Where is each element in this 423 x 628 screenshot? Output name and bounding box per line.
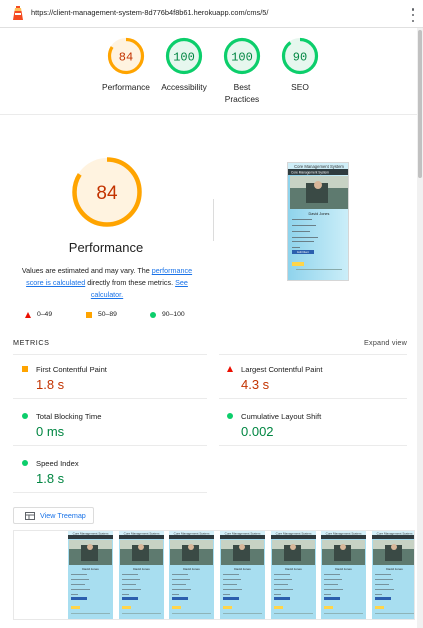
filmstrip-frame-image: Core Management System David Jones (372, 531, 414, 619)
gauge-seo-label: SEO (291, 82, 309, 92)
view-treemap-button[interactable]: View Treemap (13, 507, 94, 524)
pass-circle-icon (150, 311, 156, 318)
lighthouse-icon (13, 6, 23, 20)
svg-text:David Jones: David Jones (285, 567, 302, 571)
pass-circle-icon (22, 460, 28, 466)
gauge-best-practices-ring: 100 (223, 37, 261, 75)
metric-si-value: 1.8 s (36, 471, 65, 486)
metric-fcp-label: First Contentful Paint (36, 365, 107, 374)
svg-text:David Jones: David Jones (183, 567, 200, 571)
svg-text:Core Management System: Core Management System (225, 531, 261, 535)
performance-big-gauge: 84 (72, 157, 142, 227)
final-screenshot-image: Core Management System Core Management S… (288, 163, 348, 280)
svg-text:Core Management System: Core Management System (124, 531, 160, 535)
gauge-performance-ring: 84 (107, 37, 145, 75)
average-square-icon (86, 311, 92, 318)
fail-triangle-icon (227, 366, 233, 372)
svg-text:David Jones: David Jones (234, 567, 251, 571)
filmstrip-frame: Core Management System David Jones (220, 531, 265, 619)
metrics-title: METRICS (13, 338, 50, 347)
divider (219, 354, 407, 355)
gauge-performance-score: 84 (119, 51, 133, 65)
metric-tbt-label: Total Blocking Time (36, 412, 102, 421)
scrollbar[interactable] (417, 28, 423, 628)
legend-pass: 90–100 (150, 311, 185, 318)
svg-text:Core Management System: Core Management System (174, 531, 210, 535)
svg-text:David Jones: David Jones (133, 567, 150, 571)
shot-nav-title: Core Management System (291, 170, 329, 174)
filmstrip-frame-image: Core Management System David Jones (68, 531, 113, 619)
divider (13, 492, 207, 493)
average-square-icon (22, 366, 28, 372)
svg-text:Core Management System: Core Management System (73, 531, 109, 535)
filmstrip-frame-image: Core Management System David Jones (220, 531, 265, 619)
filmstrip-frame: Core Management System David Jones (169, 531, 214, 619)
metric-cls-label: Cumulative Layout Shift (241, 412, 322, 421)
performance-title: Performance (68, 240, 144, 255)
section-divider (213, 199, 214, 241)
gauge-seo[interactable]: 90 SEO (265, 36, 335, 94)
filmstrip-frame-image: Core Management System David Jones (169, 531, 214, 619)
svg-text:Core Management System: Core Management System (276, 531, 312, 535)
shot-app-title: Core Management System (294, 164, 344, 169)
gauge-seo-score: 90 (293, 51, 307, 65)
svg-text:Core Management System: Core Management System (377, 531, 413, 535)
divider (13, 398, 207, 399)
filmstrip-frame: Core Management System David Jones (68, 531, 113, 619)
gauge-seo-ring: 90 (281, 37, 319, 75)
filmstrip-frame: Core Management System David Jones (321, 531, 366, 619)
svg-text:Core Management System: Core Management System (326, 531, 362, 535)
metric-lcp-label: Largest Contentful Paint (241, 365, 323, 374)
filmstrip-frame (18, 531, 63, 619)
svg-text:David Jones: David Jones (335, 567, 352, 571)
gauge-best-practices-score: 100 (231, 51, 253, 65)
pass-circle-icon (227, 413, 233, 419)
more-options-icon[interactable] (410, 8, 416, 22)
svg-text:David Jones: David Jones (82, 567, 99, 571)
score-gauges: 84 Performance 100 Accessibility 100 Bes… (0, 28, 417, 115)
legend-fail-label: 0–49 (37, 311, 53, 318)
svg-text:David Jones: David Jones (386, 567, 403, 571)
metrics-header: METRICS Expand view (13, 338, 407, 350)
divider (13, 445, 207, 446)
performance-description: Values are estimated and may vary. The p… (20, 265, 194, 301)
divider (13, 354, 207, 355)
filmstrip: Core Management System David Jones Core Ma… (13, 530, 415, 620)
divider (219, 398, 407, 399)
legend-average-label: 50–89 (98, 311, 117, 318)
metric-fcp-value: 1.8 s (36, 377, 65, 392)
performance-big-score: 84 (96, 183, 118, 204)
final-screenshot[interactable]: Core Management System Core Management S… (287, 162, 349, 281)
metric-tbt-value: 0 ms (36, 424, 65, 439)
page-url: https://client-management-system-8d776b4… (31, 8, 269, 17)
gauge-accessibility-score: 100 (173, 51, 195, 65)
filmstrip-frame-image: Core Management System David Jones (271, 531, 316, 619)
view-treemap-label: View Treemap (40, 511, 86, 520)
lighthouse-header: https://client-management-system-8d776b4… (0, 0, 423, 28)
fail-triangle-icon (25, 311, 31, 318)
expand-view-toggle[interactable]: Expand view (364, 338, 407, 347)
metric-cls-value: 0.002 (241, 424, 274, 439)
shot-button-label: Edit Client (297, 251, 309, 254)
scrollbar-thumb[interactable] (418, 30, 422, 178)
treemap-icon (25, 511, 35, 520)
filmstrip-frame-image: Core Management System David Jones (321, 531, 366, 619)
filmstrip-frame: Core Management System David Jones (372, 531, 414, 619)
metric-si-label: Speed Index (36, 459, 79, 468)
filmstrip-frame: Core Management System David Jones (271, 531, 316, 619)
shot-person-name: David Jones (309, 212, 330, 216)
desc-text-1: Values are estimated and may vary. The (21, 266, 152, 275)
filmstrip-frame: Core Management System David Jones (119, 531, 164, 619)
divider (219, 445, 407, 446)
desc-text-2: directly from these metrics. (85, 278, 176, 287)
legend-pass-label: 90–100 (162, 311, 185, 318)
legend-average: 50–89 (86, 311, 117, 318)
gauge-accessibility-ring: 100 (165, 37, 203, 75)
legend-fail: 0–49 (25, 311, 52, 318)
gauge-best-practices-label: Best Practices (224, 82, 260, 104)
filmstrip-frame-image: Core Management System David Jones (119, 531, 164, 619)
metric-lcp-value: 4.3 s (241, 377, 270, 392)
pass-circle-icon (22, 413, 28, 419)
